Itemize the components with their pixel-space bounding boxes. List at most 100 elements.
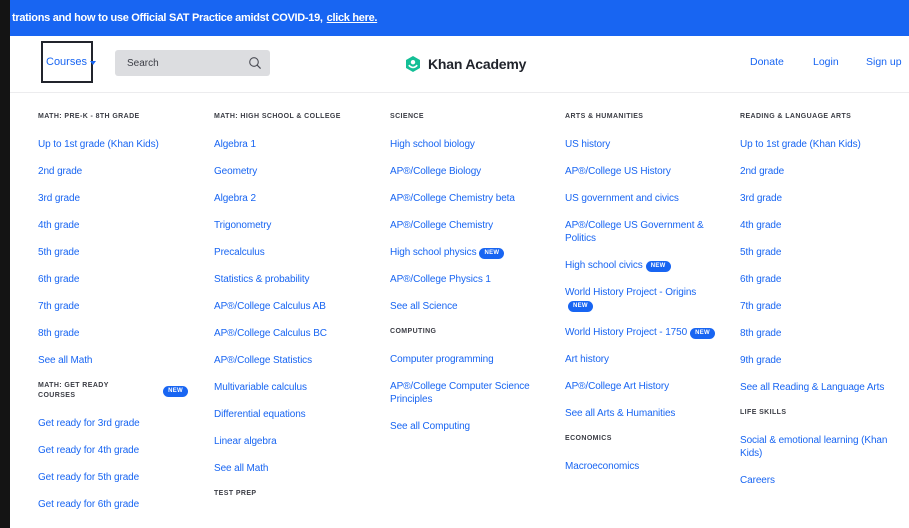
course-link[interactable]: Art history [565,353,730,366]
new-badge: NEW [163,385,188,397]
search-input[interactable] [125,56,247,70]
new-badge: NEW [645,261,671,272]
new-badge: NEW [568,301,593,312]
course-link[interactable]: Social & emotional learning (Khan Kids) [740,434,890,460]
course-link[interactable]: 2nd grade [740,165,905,178]
see-all-link[interactable]: See all Computing [390,420,555,433]
course-link[interactable]: 3rd grade [38,192,208,205]
course-link[interactable]: 7th grade [38,300,208,313]
see-all-link[interactable]: See all Arts & Humanities [565,407,730,420]
column-heading: LIFE SKILLS [740,409,787,416]
banner-text: trations and how to use Official SAT Pra… [12,12,323,24]
course-link[interactable]: 3rd grade [740,192,905,205]
see-all-link[interactable]: See all Math [214,462,384,475]
page-frame: trations and how to use Official SAT Pra… [10,0,909,528]
signup-link[interactable]: Sign up [866,56,902,68]
search-icon[interactable] [248,56,262,70]
course-link[interactable]: Geometry [214,165,384,178]
course-link[interactable]: 8th grade [740,327,905,340]
course-link[interactable]: Computer programming [390,353,555,366]
course-link[interactable]: AP®/College Chemistry beta [390,192,555,205]
course-link[interactable]: Linear algebra [214,435,384,448]
course-link[interactable]: Algebra 1 [214,138,384,151]
course-link[interactable]: High school civics NEW [565,259,730,272]
course-link[interactable]: Trigonometry [214,219,384,232]
course-link[interactable]: Multivariable calculus [214,381,384,394]
course-link[interactable]: 5th grade [38,246,208,259]
course-link[interactable]: Get ready for 5th grade [38,471,208,484]
column-heading: MATH: PRE-K - 8TH GRADE [38,113,140,120]
khan-leaf-icon [406,56,420,72]
header-divider [10,92,909,93]
course-link[interactable]: AP®/College Biology [390,165,555,178]
caret-down-icon [89,61,96,65]
course-link[interactable]: High school physics NEW [390,246,555,259]
course-link[interactable]: Algebra 2 [214,192,384,205]
course-link[interactable]: 2nd grade [38,165,208,178]
course-link[interactable]: Careers [740,474,905,487]
course-link-label: High school civics [565,260,643,271]
column-heading: COMPUTING [390,328,437,335]
course-link[interactable]: AP®/College Computer Science Principles [390,380,530,406]
column-heading: ARTS & HUMANITIES [565,113,644,120]
course-link[interactable]: 6th grade [38,273,208,286]
course-link[interactable]: AP®/College US History [565,165,730,178]
course-link[interactable]: Differential equations [214,408,384,421]
course-link[interactable]: Get ready for 6th grade [38,498,208,511]
course-link[interactable]: 7th grade [740,300,905,313]
course-link[interactable]: Precalculus [214,246,384,259]
course-link[interactable]: 4th grade [740,219,905,232]
column-heading: TEST PREP [214,490,257,497]
course-link[interactable]: AP®/College US Government & Politics [565,219,725,245]
search-box[interactable] [115,50,270,76]
course-link[interactable]: AP®/College Calculus BC [214,327,384,340]
top-header: Courses Khan Academy Donate Login Sign u… [10,36,909,92]
course-link[interactable]: World History Project - Origins NEW [565,286,715,312]
course-link[interactable]: Up to 1st grade (Khan Kids) [38,138,208,151]
course-link[interactable]: Get ready for 4th grade [38,444,208,457]
column-heading: ECONOMICS [565,435,612,442]
course-link[interactable]: AP®/College Statistics [214,354,384,367]
column-heading: MATH: HIGH SCHOOL & COLLEGE [214,113,341,120]
course-link-label: World History Project - Origins [565,287,697,298]
login-link[interactable]: Login [813,56,839,68]
course-link[interactable]: AP®/College Calculus AB [214,300,384,313]
see-all-link[interactable]: See all Reading & Language Arts [740,381,890,394]
khan-academy-logo[interactable]: Khan Academy [404,53,526,75]
course-link[interactable]: AP®/College Physics 1 [390,273,555,286]
new-badge: NEW [479,248,505,259]
course-link[interactable]: Up to 1st grade (Khan Kids) [740,138,905,151]
column-arts-humanities: ARTS & HUMANITIES US history AP®/College… [565,112,730,487]
see-all-link[interactable]: See all Science [390,300,555,313]
course-link[interactable]: Macroeconomics [565,460,730,473]
course-link[interactable]: 4th grade [38,219,208,232]
see-all-link[interactable]: See all Math [38,354,208,367]
new-badge: NEW [690,328,715,339]
course-link[interactable]: AP®/College Chemistry [390,219,555,232]
column-subheading-get-ready: MATH: GET READY COURSES NEW [38,381,188,401]
course-link[interactable]: AP®/College Art History [565,380,730,393]
column-math-highschool: MATH: HIGH SCHOOL & COLLEGE Algebra 1 Ge… [214,112,384,515]
column-reading-language-arts: READING & LANGUAGE ARTS Up to 1st grade … [740,112,905,501]
course-link[interactable]: Get ready for 3rd grade [38,417,208,430]
course-link[interactable]: High school biology [390,138,555,151]
announcement-banner: trations and how to use Official SAT Pra… [10,0,909,36]
donate-link[interactable]: Donate [750,56,784,68]
course-link[interactable]: Statistics & probability [214,273,384,286]
column-math-prek: MATH: PRE-K - 8TH GRADE Up to 1st grade … [38,112,208,525]
banner-link[interactable]: click here. [327,12,378,24]
course-link[interactable]: World History Project - 1750 NEW [565,326,715,339]
course-link[interactable]: US history [565,138,730,151]
course-link-label: World History Project - 1750 [565,327,688,338]
courses-label: Courses [46,56,87,68]
column-heading: READING & LANGUAGE ARTS [740,113,852,120]
courses-button[interactable]: Courses [41,41,96,83]
course-link[interactable]: 8th grade [38,327,208,340]
column-science: SCIENCE High school biology AP®/College … [390,112,555,447]
brand-name: Khan Academy [428,56,527,72]
course-link-label: High school physics [390,247,477,258]
course-link[interactable]: 9th grade [740,354,905,367]
course-link[interactable]: 5th grade [740,246,905,259]
course-link[interactable]: 6th grade [740,273,905,286]
course-link[interactable]: US government and civics [565,192,730,205]
